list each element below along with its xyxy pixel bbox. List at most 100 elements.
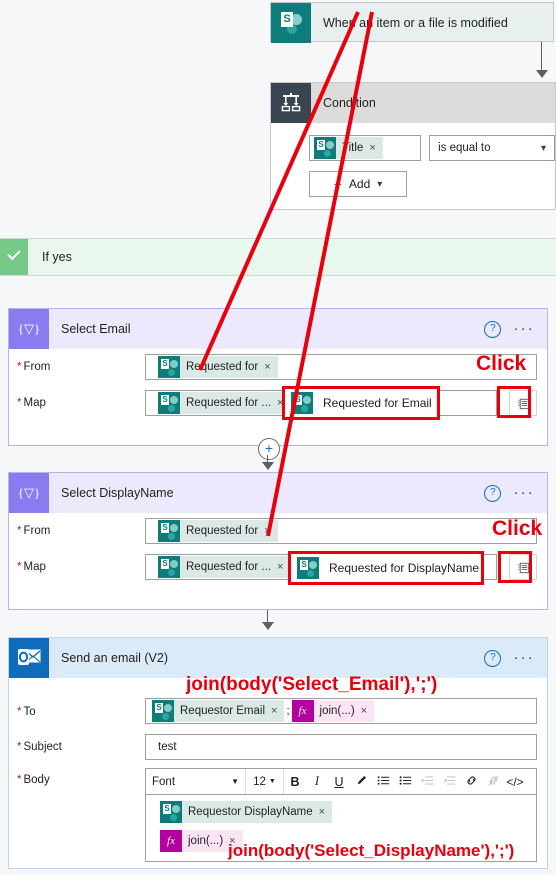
callout-requested-for-displayname[interactable]: S Requested for DisplayName bbox=[288, 551, 484, 585]
condition-body: S Title × is equal to ▾ + Add ▾ bbox=[271, 123, 555, 197]
send-email-header[interactable]: Send an email (V2) ? ··· bbox=[9, 638, 547, 678]
map-token-label: Requested for ... bbox=[186, 561, 272, 573]
bold-icon[interactable]: B bbox=[284, 775, 306, 789]
outdent-icon[interactable] bbox=[438, 774, 460, 790]
if-yes-branch-header: If yes bbox=[0, 238, 556, 276]
send-email-subject-row: * Subject test bbox=[9, 730, 547, 764]
to-token-requestor-email[interactable]: S Requestor Email × bbox=[152, 700, 285, 722]
help-icon[interactable]: ? bbox=[484, 649, 502, 667]
select-displayname-title: Select DisplayName bbox=[61, 486, 174, 500]
remove-token-icon[interactable]: × bbox=[361, 705, 374, 717]
map-token[interactable]: S Requested for ... × bbox=[158, 556, 291, 578]
insert-step-button[interactable]: + bbox=[258, 438, 280, 460]
sharepoint-token-icon: S bbox=[297, 557, 319, 579]
connector-arrow-select-email bbox=[262, 462, 274, 470]
send-email-to-label: * To bbox=[17, 706, 36, 718]
numbered-list-icon[interactable] bbox=[372, 774, 394, 790]
remove-token-icon[interactable]: × bbox=[319, 806, 332, 818]
unlink-icon[interactable] bbox=[482, 774, 504, 790]
send-email-body-label: * Body bbox=[17, 774, 50, 786]
send-email-subject-input[interactable]: test bbox=[145, 734, 537, 760]
indent-icon[interactable] bbox=[416, 774, 438, 790]
select-email-title: Select Email bbox=[61, 322, 131, 336]
condition-title: Condition bbox=[323, 96, 376, 110]
send-email-card[interactable]: Send an email (V2) ? ··· * To S Requestor… bbox=[8, 637, 548, 869]
callout-requested-for-email-label: Requested for Email bbox=[323, 396, 432, 410]
font-family-dropdown[interactable]: Font ▼ bbox=[146, 769, 246, 794]
send-email-to-input[interactable]: S Requestor Email × ; fx join(...) × bbox=[145, 698, 537, 724]
plus-icon: + bbox=[333, 176, 342, 192]
sharepoint-token-icon: S bbox=[314, 137, 336, 159]
link-icon[interactable] bbox=[460, 774, 482, 790]
select-action-icon: {▽} bbox=[9, 473, 49, 513]
from-token[interactable]: S Requested for × bbox=[158, 356, 278, 378]
condition-add-label: Add bbox=[348, 177, 371, 191]
click-annotation-select-email: Click bbox=[476, 352, 527, 375]
send-email-subject-label: * Subject bbox=[17, 741, 62, 753]
select-displayname-from-label: * From bbox=[17, 525, 51, 537]
to-separator: ; bbox=[286, 705, 290, 717]
condition-left-operand-input[interactable]: S Title × bbox=[309, 135, 422, 161]
more-options-icon[interactable]: ··· bbox=[513, 650, 535, 665]
select-displayname-card[interactable]: {▽} Select DisplayName ? ··· * From S Req… bbox=[8, 472, 548, 610]
help-icon[interactable]: ? bbox=[484, 484, 502, 502]
to-token-label: Requestor Email bbox=[180, 705, 266, 717]
select-displayname-header[interactable]: {▽} Select DisplayName ? ··· bbox=[9, 473, 547, 513]
more-options-icon[interactable]: ··· bbox=[513, 321, 535, 336]
highlight-box-select-displayname-grid bbox=[498, 551, 532, 583]
body-token-requestor-displayname[interactable]: S Requestor DisplayName × bbox=[160, 801, 333, 823]
condition-left-token[interactable]: S Title × bbox=[314, 137, 383, 159]
sharepoint-icon: S bbox=[271, 3, 311, 43]
remove-token-icon[interactable]: × bbox=[264, 361, 277, 373]
select-displayname-from-input[interactable]: S Requested for × bbox=[145, 518, 537, 544]
select-displayname-map-label: * Map bbox=[17, 561, 46, 573]
trigger-title: When an item or a file is modified bbox=[323, 16, 508, 30]
chevron-down-icon: ▼ bbox=[268, 778, 276, 785]
select-email-from-row: * From S Requested for × bbox=[9, 349, 547, 385]
trigger-card-header[interactable]: S When an item or a file is modified bbox=[271, 3, 553, 43]
select-displayname-from-row: * From S Requested for × bbox=[9, 513, 547, 549]
condition-card[interactable]: Condition S Title × is equal to ▾ + Add bbox=[270, 82, 556, 210]
remove-token-icon[interactable]: × bbox=[264, 525, 277, 537]
send-email-title: Send an email (V2) bbox=[61, 651, 169, 665]
map-token[interactable]: S Requested for ... × bbox=[158, 392, 291, 414]
underline-icon[interactable]: U bbox=[328, 775, 350, 789]
from-token[interactable]: S Requested for × bbox=[158, 520, 278, 542]
remove-token-icon[interactable]: × bbox=[271, 705, 284, 717]
font-family-value: Font bbox=[152, 775, 176, 788]
select-email-map-row: * Map S Requested for ... × bbox=[9, 385, 547, 421]
callout-requested-for-email[interactable]: S Requested for Email bbox=[282, 386, 440, 420]
select-email-from-label: * From bbox=[17, 361, 51, 373]
help-icon[interactable]: ? bbox=[484, 320, 502, 338]
highlight-pen-icon[interactable] bbox=[350, 774, 372, 790]
chevron-down-icon: ▾ bbox=[377, 178, 383, 190]
condition-operator-dropdown[interactable]: is equal to ▾ bbox=[429, 135, 555, 161]
sharepoint-token-icon: S bbox=[158, 556, 180, 578]
chevron-down-icon: ▾ bbox=[540, 142, 546, 154]
from-token-label: Requested for bbox=[186, 525, 259, 537]
click-annotation-select-displayname: Click bbox=[492, 517, 543, 540]
if-yes-label: If yes bbox=[42, 250, 72, 264]
rich-text-toolbar[interactable]: Font ▼ 12 ▼ B I U </> bbox=[145, 768, 537, 794]
body-token-label: Requestor DisplayName bbox=[188, 806, 313, 818]
select-email-header[interactable]: {▽} Select Email ? ··· bbox=[9, 309, 547, 349]
font-size-value: 12 bbox=[253, 775, 266, 788]
annotation-join-select-email: join(body('Select_Email'),';') bbox=[186, 674, 438, 695]
chevron-down-icon: ▼ bbox=[231, 777, 239, 786]
to-token-fx-label: join(...) bbox=[319, 705, 355, 717]
function-icon: fx bbox=[291, 700, 314, 722]
bulleted-list-icon[interactable] bbox=[394, 774, 416, 790]
check-icon bbox=[0, 239, 28, 275]
sharepoint-token-icon: S bbox=[160, 801, 182, 823]
condition-expression-row: S Title × is equal to ▾ bbox=[309, 135, 555, 161]
font-size-dropdown[interactable]: 12 ▼ bbox=[246, 769, 284, 794]
select-email-card[interactable]: {▽} Select Email ? ··· * From S Requested… bbox=[8, 308, 548, 446]
to-token-join-expression[interactable]: fx join(...) × bbox=[291, 700, 375, 722]
italic-icon[interactable]: I bbox=[306, 774, 328, 789]
trigger-card-when-item-modified[interactable]: S When an item or a file is modified bbox=[270, 2, 554, 43]
code-view-icon[interactable]: </> bbox=[504, 775, 526, 789]
condition-add-button[interactable]: + Add ▾ bbox=[309, 171, 407, 197]
remove-token-icon[interactable]: × bbox=[369, 142, 382, 154]
condition-card-header[interactable]: Condition bbox=[271, 83, 555, 123]
more-options-icon[interactable]: ··· bbox=[513, 485, 535, 500]
